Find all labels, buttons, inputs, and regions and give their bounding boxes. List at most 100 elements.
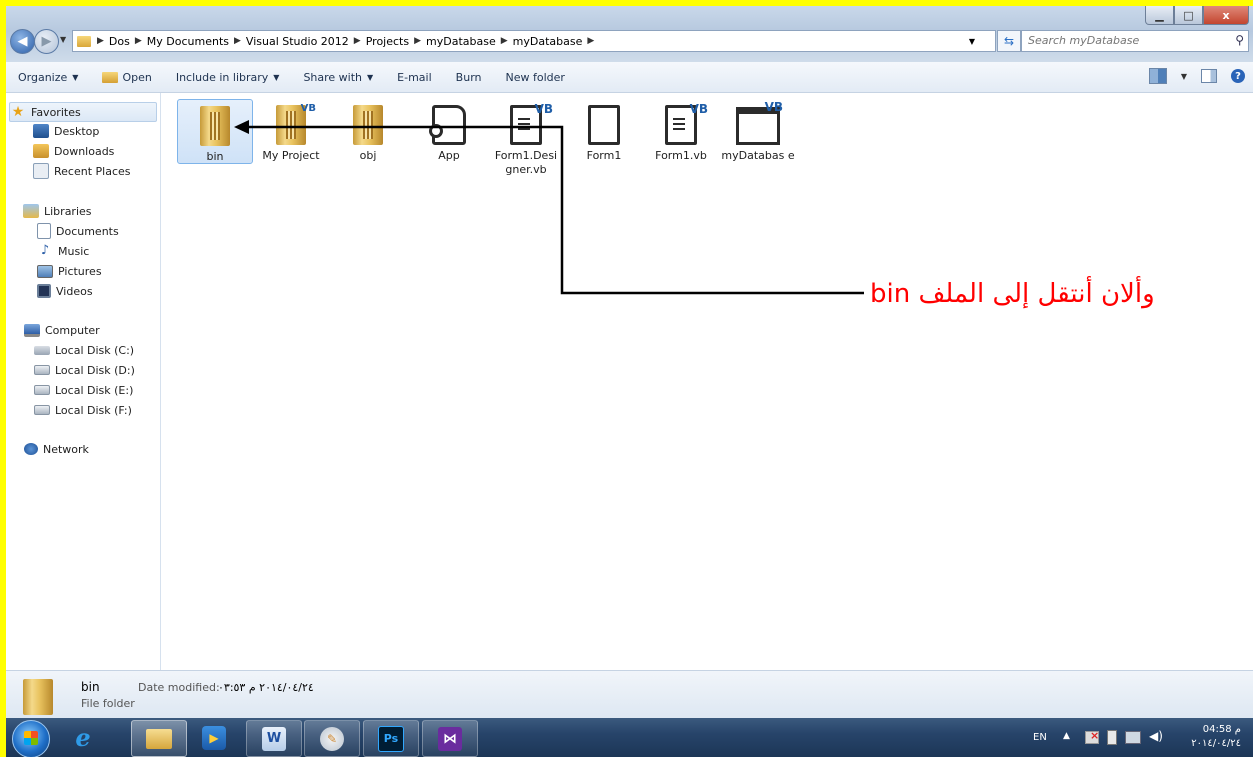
sidebar-item-label: Network [43,442,89,456]
start-button[interactable] [12,720,50,757]
sidebar-item-favorites[interactable]: ★ Favorites [9,102,157,122]
breadcrumb-separator-icon[interactable]: ▶ [95,36,106,46]
include-in-library-label: Include in library [175,70,269,84]
sidebar-item-label: Favorites [31,105,81,119]
show-hidden-icons-icon[interactable]: ▲ [1063,731,1070,741]
taskbar-windows-explorer[interactable] [131,720,187,757]
word-icon: W [262,726,286,751]
music-icon: ♪ [40,243,50,258]
internet-explorer-icon: e [75,723,91,752]
preview-pane-icon[interactable] [1201,69,1217,83]
chevron-down-icon[interactable]: ▼ [969,37,975,46]
refresh-icon: ⇆ [1003,34,1015,48]
network-icon[interactable] [1125,731,1141,744]
new-folder-button[interactable]: New folder [494,71,577,84]
close-button[interactable]: x [1203,6,1249,25]
forward-button[interactable]: ▶ [34,29,59,54]
email-button[interactable]: E-mail [385,71,444,84]
sidebar-item-desktop[interactable]: Desktop [33,122,99,140]
breadcrumb-separator-icon[interactable]: ▶ [499,36,510,46]
breadcrumb-separator-icon[interactable]: ▶ [352,36,363,46]
sidebar-item-network[interactable]: Network [24,440,89,458]
volume-icon[interactable]: ◀) [1149,729,1163,743]
sidebar-item-recent-places[interactable]: Recent Places [33,162,131,180]
taskbar-word[interactable]: W [246,720,302,757]
sidebar-item-label: Downloads [54,144,115,158]
chevron-down-icon: ▼ [72,72,79,82]
taskbar: e ▶ W ✎ Ps ⋈ EN ▲ ◀) 04:58 م ٢٠١٤/٠٤/٢٤ [6,718,1253,757]
system-tray: EN ▲ ◀) 04:58 م ٢٠١٤/٠٤/٢٤ [1013,718,1253,757]
vb-document-icon: VB [510,102,553,145]
breadcrumb-visual-studio[interactable]: Visual Studio 2012 [243,35,352,48]
media-player-icon: ▶ [202,725,226,750]
taskbar-visual-studio[interactable]: ⋈ [422,720,478,757]
open-button[interactable]: Open [90,71,163,84]
file-item-my-project[interactable]: VB My Project [254,99,328,163]
help-icon[interactable]: ? [1231,69,1245,83]
sidebar-item-disk-d[interactable]: Local Disk (D:) [34,361,135,379]
file-item-app[interactable]: App [412,99,486,163]
breadcrumb-projects[interactable]: Projects [363,35,412,48]
computer-icon [24,323,40,337]
taskbar-media-player[interactable]: ▶ [187,720,241,755]
address-bar[interactable]: ▶ Dos ▶ My Documents ▶ Visual Studio 201… [72,30,996,52]
search-box[interactable]: ⚲ [1021,30,1249,52]
file-item-mydatabase[interactable]: VB myDatabas e [721,99,795,163]
breadcrumb-separator-icon[interactable]: ▶ [232,36,243,46]
taskbar-internet-explorer[interactable]: e [56,720,110,755]
file-list: bin VB My Project obj App VB Form1.Desi … [161,93,1253,670]
file-name: Form1 [586,149,622,162]
file-item-obj[interactable]: obj [331,99,405,163]
sidebar-item-downloads[interactable]: Downloads [33,142,114,160]
back-button[interactable]: ◀ [10,29,35,54]
sidebar-item-disk-f[interactable]: Local Disk (F:) [34,401,132,419]
battery-icon[interactable] [1107,730,1117,745]
sidebar-item-computer[interactable]: Computer [24,321,100,339]
sidebar-item-videos[interactable]: Videos [37,282,93,300]
change-view-icon[interactable] [1148,68,1167,84]
breadcrumb-mydatabase-current[interactable]: myDatabase [510,35,586,48]
include-in-library-button[interactable]: Include in library ▼ [164,71,292,84]
sidebar-item-disk-e[interactable]: Local Disk (E:) [34,381,133,399]
details-name: bin [81,680,100,694]
file-item-bin[interactable]: bin [177,99,253,164]
taskbar-paint[interactable]: ✎ [304,720,360,757]
photoshop-icon: Ps [378,725,404,752]
breadcrumb-separator-icon[interactable]: ▶ [412,36,423,46]
file-item-form1-vb[interactable]: VB Form1.vb [644,99,718,163]
recent-pages-dropdown[interactable]: ▼ [60,35,66,44]
search-input[interactable] [1022,31,1228,49]
refresh-button[interactable]: ⇆ [997,30,1021,52]
breadcrumb-separator-icon[interactable]: ▶ [133,36,144,46]
sidebar-item-documents[interactable]: Documents [37,222,119,240]
maximize-button[interactable]: □ [1174,6,1203,25]
breadcrumb-my-documents[interactable]: My Documents [144,35,232,48]
sidebar-item-label: Desktop [54,124,100,138]
file-item-form1-designer[interactable]: VB Form1.Desi gner.vb [489,99,563,177]
file-item-form1[interactable]: Form1 [567,99,641,163]
breadcrumb-separator-icon[interactable]: ▶ [585,36,596,46]
taskbar-photoshop[interactable]: Ps [363,720,419,757]
sidebar-item-disk-c[interactable]: Local Disk (C:) [34,341,134,359]
minimize-button[interactable]: ▁ [1145,6,1174,25]
sidebar-item-music[interactable]: ♪ Music [37,242,89,260]
burn-button[interactable]: Burn [444,71,494,84]
share-with-button[interactable]: Share with ▼ [291,71,385,84]
share-with-label: Share with [303,70,363,84]
search-icon[interactable]: ⚲ [1235,33,1244,47]
action-center-icon[interactable] [1085,729,1099,744]
breadcrumb-mydatabase[interactable]: myDatabase [423,35,499,48]
file-name: myDatabas e [721,149,795,162]
vb-folder-icon: VB [276,103,316,145]
sidebar-item-libraries[interactable]: Libraries [23,202,92,220]
breadcrumb-dos[interactable]: Dos [106,35,133,48]
sidebar-item-label: Videos [56,284,93,298]
clock[interactable]: 04:58 م ٢٠١٤/٠٤/٢٤ [1191,723,1241,751]
chevron-down-icon[interactable]: ▼ [1181,72,1187,81]
folder-icon [23,679,53,715]
organize-button[interactable]: Organize ▼ [6,71,90,84]
windows-explorer-icon [146,728,172,749]
language-indicator[interactable]: EN [1033,732,1047,743]
sidebar-item-pictures[interactable]: Pictures [37,262,102,280]
clock-time: 04:58 م [1202,724,1241,735]
